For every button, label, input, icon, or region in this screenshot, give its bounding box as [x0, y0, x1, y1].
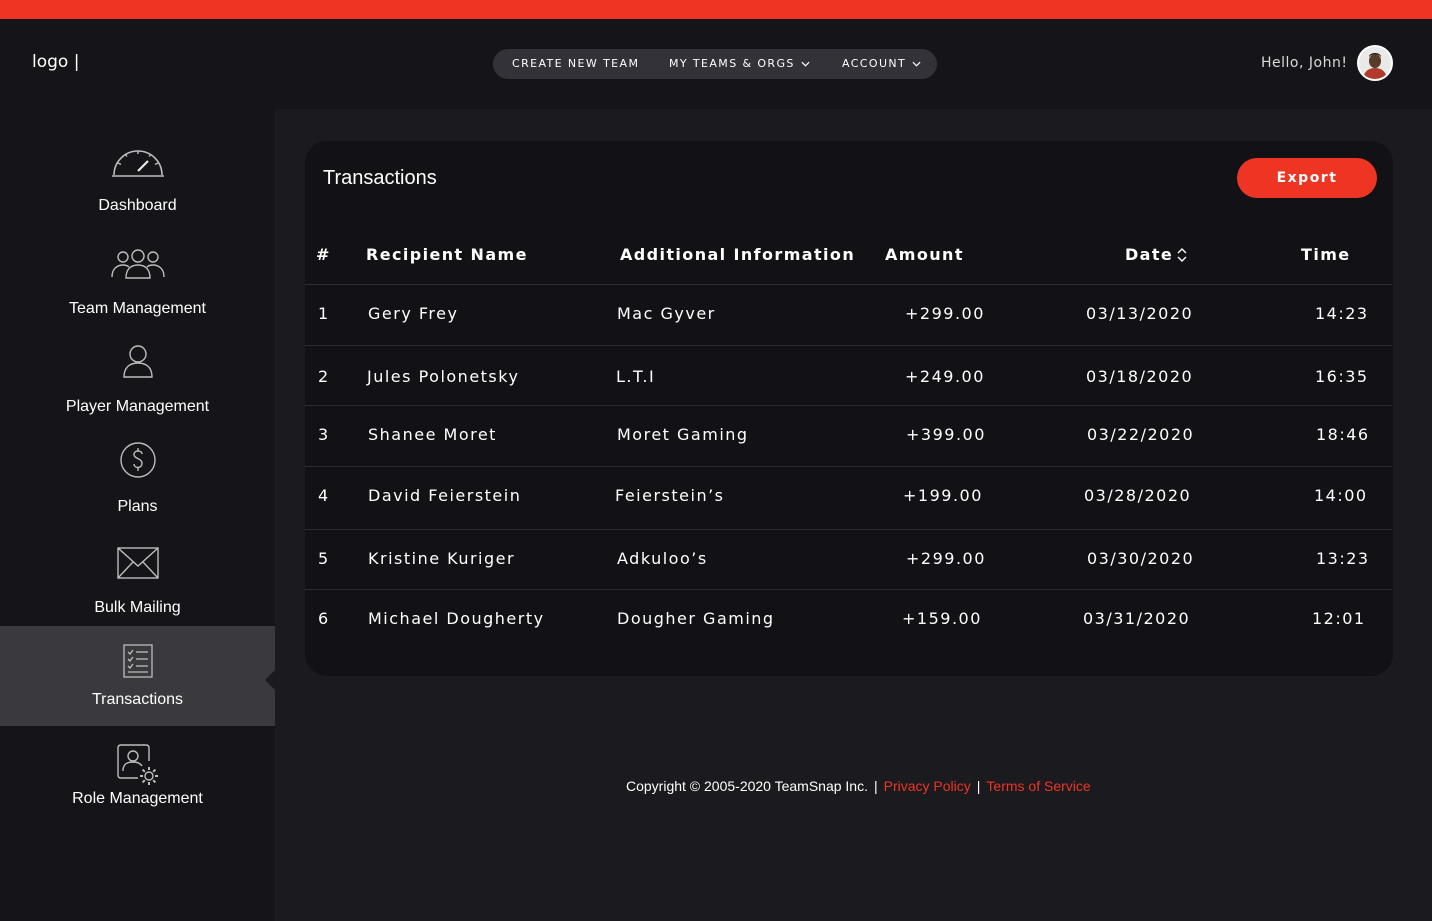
cell-amount: +199.00 [903, 486, 983, 505]
cell-date: 03/22/2020 [1087, 425, 1195, 444]
logo[interactable]: logo | [32, 52, 79, 72]
cell-date: 03/13/2020 [1086, 304, 1194, 323]
cell-additional-info: Feierstein’s [615, 486, 725, 505]
cell-recipient-name: Kristine Kuriger [368, 549, 516, 568]
cell-date: 03/18/2020 [1086, 367, 1194, 386]
sidebar-item-role-management[interactable]: Role Management [0, 726, 275, 826]
table-row[interactable]: 6 Michael Dougherty Dougher Gaming +159.… [305, 589, 1392, 650]
cell-additional-info: Moret Gaming [617, 425, 749, 444]
cell-date: 03/30/2020 [1087, 549, 1195, 568]
chevron-down-icon [801, 61, 810, 67]
cell-amount: +159.00 [902, 609, 982, 628]
sidebar-item-label: Player Management [65, 398, 210, 415]
table-row[interactable]: 5 Kristine Kuriger Adkuloo’s +299.00 03/… [305, 529, 1392, 590]
cell-number: 3 [318, 425, 330, 444]
cell-amount: +299.00 [906, 549, 986, 568]
cell-recipient-name: Shanee Moret [368, 425, 497, 444]
cell-date: 03/28/2020 [1084, 486, 1192, 505]
sidebar-item-label: Plans [117, 498, 158, 515]
role-settings-icon [0, 744, 275, 788]
page-title: Transactions [323, 167, 437, 189]
sidebar-item-transactions[interactable]: Transactions [0, 626, 275, 726]
cell-amount: +249.00 [905, 367, 985, 386]
team-icon [0, 248, 275, 280]
nav-account[interactable]: ACCOUNT [842, 57, 921, 70]
footer: Copyright © 2005-2020 TeamSnap Inc. | Priv… [626, 778, 1091, 794]
sidebar-item-label: Team Management [69, 300, 206, 317]
copyright-text: Copyright © 2005-2020 TeamSnap Inc. [626, 778, 868, 794]
cell-recipient-name: Jules Polonetsky [367, 367, 520, 386]
cell-recipient-name: Gery Frey [368, 304, 459, 323]
nav-my-teams-orgs[interactable]: MY TEAMS & ORGS [669, 57, 810, 70]
column-header-number: # [316, 245, 331, 264]
sidebar-item-label: Bulk Mailing [94, 599, 181, 616]
cell-additional-info: L.T.I [616, 367, 656, 386]
column-header-date[interactable]: Date [1125, 245, 1187, 264]
checklist-icon [0, 644, 275, 678]
column-header-recipient-name: Recipient Name [366, 245, 528, 264]
cell-time: 14:23 [1315, 304, 1369, 323]
cell-time: 16:35 [1315, 367, 1369, 386]
top-accent-bar [0, 0, 1432, 19]
table-row[interactable]: 1 Gery Frey Mac Gyver +299.00 03/13/2020… [305, 284, 1392, 345]
column-header-date-label: Date [1125, 245, 1174, 264]
cell-date: 03/31/2020 [1083, 609, 1191, 628]
sidebar: Dashboard Team Management Player Managem… [0, 109, 275, 921]
nav-my-teams-orgs-label: MY TEAMS & ORGS [669, 57, 795, 70]
top-navigation: CREATE NEW TEAM MY TEAMS & ORGS ACCOUNT [493, 49, 937, 79]
nav-account-label: ACCOUNT [842, 57, 907, 70]
sort-icon[interactable] [1177, 247, 1187, 263]
sidebar-item-dashboard[interactable]: Dashboard [0, 131, 275, 231]
user-greeting: Hello, John! [1261, 55, 1348, 71]
cell-additional-info: Dougher Gaming [617, 609, 775, 628]
terms-of-service-link[interactable]: Terms of Service [986, 778, 1090, 794]
table-row[interactable]: 2 Jules Polonetsky L.T.I +249.00 03/18/2… [305, 345, 1392, 406]
table-row[interactable]: 4 David Feierstein Feierstein’s +199.00 … [305, 466, 1392, 527]
speedometer-icon [0, 141, 275, 179]
table-row[interactable]: 3 Shanee Moret Moret Gaming +399.00 03/2… [305, 405, 1392, 466]
dollar-icon [0, 441, 275, 479]
cell-time: 18:46 [1316, 425, 1370, 444]
cell-number: 1 [318, 304, 330, 323]
sidebar-item-bulk-mailing[interactable]: Bulk Mailing [0, 529, 275, 629]
column-header-additional-information: Additional Information [620, 245, 856, 264]
sidebar-item-team-management[interactable]: Team Management [0, 234, 275, 334]
column-header-amount: Amount [885, 245, 964, 264]
avatar[interactable] [1357, 45, 1393, 81]
cell-time: 13:23 [1316, 549, 1370, 568]
cell-time: 14:00 [1314, 486, 1368, 505]
transactions-card: Transactions Export # Recipient Name Add… [305, 141, 1393, 676]
cell-amount: +399.00 [906, 425, 986, 444]
nav-create-new-team-label: CREATE NEW TEAM [512, 57, 640, 70]
sidebar-item-label: Dashboard [98, 197, 177, 214]
nav-create-new-team[interactable]: CREATE NEW TEAM [512, 57, 639, 70]
user-icon [0, 344, 275, 378]
cell-number: 6 [318, 609, 330, 628]
cell-amount: +299.00 [905, 304, 985, 323]
chevron-down-icon [912, 61, 921, 67]
cell-number: 5 [318, 549, 330, 568]
cell-recipient-name: David Feierstein [368, 486, 522, 505]
sidebar-item-label: Role Management [72, 790, 203, 807]
sidebar-item-player-management[interactable]: Player Management [0, 333, 275, 433]
cell-number: 4 [318, 486, 330, 505]
cell-number: 2 [318, 367, 330, 386]
cell-time: 12:01 [1312, 609, 1366, 628]
export-button[interactable]: Export [1237, 158, 1377, 198]
privacy-policy-link[interactable]: Privacy Policy [884, 778, 971, 794]
avatar-portrait-icon [1359, 47, 1391, 79]
footer-separator: | [976, 778, 981, 794]
envelope-icon [0, 547, 275, 579]
sidebar-item-label: Transactions [92, 691, 183, 708]
cell-recipient-name: Michael Dougherty [368, 609, 545, 628]
cell-additional-info: Adkuloo’s [617, 549, 708, 568]
footer-separator: | [874, 778, 878, 794]
cell-additional-info: Mac Gyver [617, 304, 716, 323]
sidebar-item-plans[interactable]: Plans [0, 431, 275, 531]
header: logo | CREATE NEW TEAM MY TEAMS & ORGS A… [0, 19, 1432, 109]
column-header-time: Time [1301, 245, 1351, 264]
